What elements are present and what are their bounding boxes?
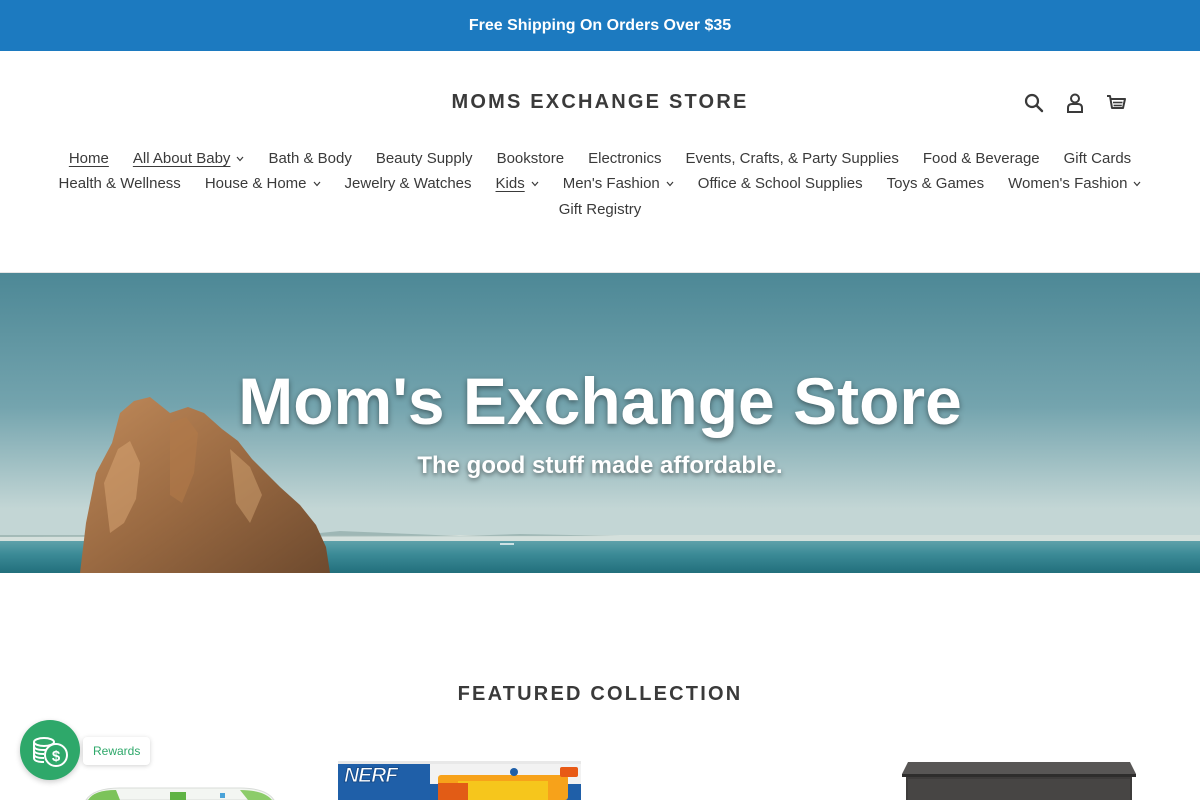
account-icon[interactable] [1054, 91, 1095, 115]
nav-item-label: Bookstore [496, 150, 565, 167]
main-nav-row-3: Gift Registry [0, 200, 1200, 220]
chevron-down-icon [236, 156, 244, 162]
chevron-down-icon [666, 181, 674, 187]
product-brand-text-2: NERF [343, 764, 398, 788]
nav-item-label: Gift Registry [558, 201, 642, 218]
nav-item-kids[interactable]: Kids [484, 174, 551, 194]
nav-item-events-crafts-and-party-supplies[interactable]: Events, Crafts, & Party Supplies [673, 149, 910, 169]
cart-icon[interactable] [1095, 91, 1136, 115]
product-card-4[interactable] [902, 762, 1136, 800]
nav-item-women-s-fashion[interactable]: Women's Fashion [996, 174, 1153, 194]
product-card-1[interactable] [80, 780, 280, 800]
nav-item-beauty-supply[interactable]: Beauty Supply [364, 149, 485, 169]
product-card-2[interactable]: NERF [338, 761, 581, 800]
main-nav-row-2: Health & Wellness House & Home Jewelry & W… [0, 174, 1200, 194]
nav-item-house-and-home[interactable]: House & Home [193, 174, 333, 194]
nav-item-home[interactable]: Home [57, 149, 121, 169]
nav-item-label: All About Baby [132, 150, 231, 167]
nav-item-jewelry-and-watches[interactable]: Jewelry & Watches [333, 174, 484, 194]
chevron-down-icon [531, 181, 539, 187]
nav-item-label: Home [68, 150, 109, 167]
hero-title: Mom's Exchange Store [238, 364, 962, 438]
nav-item-electronics[interactable]: Electronics [576, 149, 673, 169]
announcement-bar: Free Shipping On Orders Over $35 [0, 0, 1200, 51]
nav-item-label: Gift Cards [1063, 150, 1132, 167]
nav-item-gift-cards[interactable]: Gift Cards [1052, 149, 1144, 169]
nav-item-label: House & Home [204, 175, 307, 192]
product-image-1 [85, 787, 275, 800]
featured-collection-title: FEATURED COLLECTION [457, 683, 743, 705]
main-nav-row-1: Home All About Baby Bath & Body Beauty Supp… [0, 149, 1200, 169]
nav-item-label: Men's Fashion [562, 175, 660, 192]
nav-item-bookstore[interactable]: Bookstore [485, 149, 577, 169]
rewards-button[interactable]: $ [20, 720, 80, 780]
hero-subtitle: The good stuff made affordable. [417, 452, 783, 479]
nav-item-office-and-school-supplies[interactable]: Office & School Supplies [686, 174, 875, 194]
header-icons [1013, 91, 1136, 115]
search-icon[interactable] [1013, 91, 1054, 115]
nav-item-men-s-fashion[interactable]: Men's Fashion [551, 174, 686, 194]
nav-item-gift-registry[interactable]: Gift Registry [547, 200, 654, 220]
nav-item-label: Kids [495, 175, 525, 192]
nav-item-bath-and-body[interactable]: Bath & Body [256, 149, 363, 169]
nav-item-food-and-beverage[interactable]: Food & Beverage [911, 149, 1052, 169]
nav-item-label: Toys & Games [886, 175, 985, 192]
coins-icon: $ [33, 737, 68, 767]
nav-item-health-and-wellness[interactable]: Health & Wellness [47, 174, 193, 194]
site-header: MOMS EXCHANGE STORE Home All About Baby Ba… [0, 51, 1200, 273]
nav-item-all-about-baby[interactable]: All About Baby [121, 149, 257, 169]
nav-item-label: Bath & Body [268, 150, 352, 167]
nav-item-label: Health & Wellness [58, 175, 181, 192]
hero-banner[interactable]: Mom's Exchange Store The good stuff made… [0, 273, 1200, 573]
chevron-down-icon [313, 181, 321, 187]
nav-item-label: Beauty Supply [375, 150, 473, 167]
rewards-label[interactable]: Rewards [83, 737, 151, 765]
nav-item-label: Events, Crafts, & Party Supplies [685, 150, 899, 167]
product-image-4 [902, 762, 1136, 800]
chevron-down-icon [1133, 181, 1141, 187]
announcement-text: Free Shipping On Orders Over $35 [468, 16, 732, 34]
svg-text:$: $ [52, 748, 61, 765]
nav-item-label: Women's Fashion [1008, 175, 1128, 192]
nav-item-label: Food & Beverage [922, 150, 1040, 167]
nav-item-label: Electronics [588, 150, 662, 167]
nav-item-label: Office & School Supplies [697, 175, 863, 192]
nav-item-toys-and-games[interactable]: Toys & Games [875, 174, 997, 194]
nav-item-label: Jewelry & Watches [344, 175, 472, 192]
